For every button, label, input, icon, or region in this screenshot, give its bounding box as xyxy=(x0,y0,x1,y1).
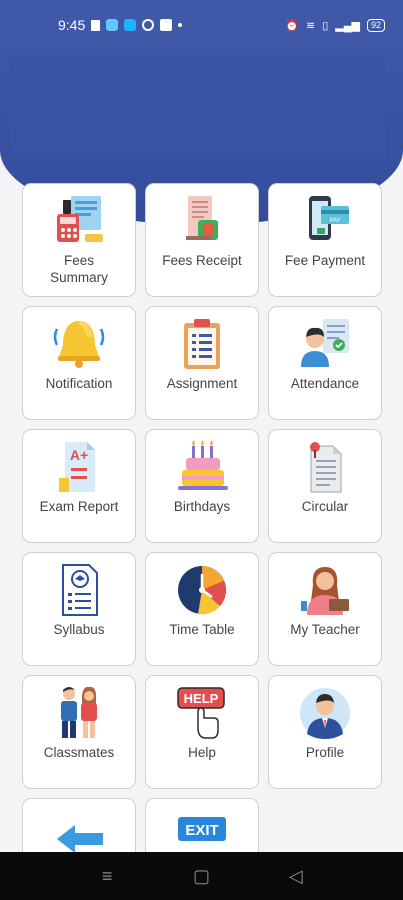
tile-assignment[interactable]: Assignment xyxy=(145,306,259,420)
tile-circular[interactable]: Circular xyxy=(268,429,382,543)
tile-label: Fee Payment xyxy=(284,253,366,268)
classmates-icon xyxy=(61,686,97,738)
signal-icon: ▂▄▆ xyxy=(335,19,360,32)
tile-label: Syllabus xyxy=(53,622,105,637)
download-icon xyxy=(91,19,101,31)
tile-label: Circular xyxy=(301,499,349,514)
bell-icon xyxy=(53,321,105,368)
tile-label: Assignment xyxy=(166,376,238,391)
pay-text: PAY xyxy=(329,218,340,224)
help-sign-text: HELP xyxy=(184,691,219,706)
tile-label: Fees Summary xyxy=(50,253,108,285)
syllabus-icon xyxy=(62,564,98,616)
a-plus-text: A+ xyxy=(70,447,88,463)
tile-label: Time Table xyxy=(169,622,235,637)
tile-label: Classmates xyxy=(43,745,115,760)
tile-syllabus[interactable]: Syllabus xyxy=(22,552,136,666)
clipboard-icon xyxy=(184,319,220,369)
system-nav-bar: ≡ ▢ ◁ xyxy=(0,852,403,900)
tile-label: Help xyxy=(188,745,216,760)
exit-sign-text: EXIT xyxy=(185,822,218,839)
status-time: 9:45 xyxy=(58,17,86,33)
cake-icon xyxy=(178,440,228,490)
fees-summary-icon xyxy=(57,196,103,242)
menu-grid: Fees Summary Fees Receipt PAY Fee Paymen… xyxy=(22,183,382,900)
help-icon: HELP xyxy=(177,687,225,739)
alarm-icon: ⏰ xyxy=(285,19,299,32)
tile-fee-payment[interactable]: PAY Fee Payment xyxy=(268,183,382,297)
exam-report-icon: A+ xyxy=(59,442,95,492)
status-left: 9:45 xyxy=(58,17,183,33)
tile-notification[interactable]: Notification xyxy=(22,306,136,420)
tile-label: Attendance xyxy=(290,376,360,391)
mail-icon xyxy=(124,19,137,31)
status-right: ⏰ ≋ ▯ ▂▄▆ 92 xyxy=(285,18,385,32)
clock-icon xyxy=(178,566,226,615)
battery-icon: 92 xyxy=(366,18,385,32)
card-icon xyxy=(160,19,173,31)
wifi-icon: ≋ xyxy=(305,19,316,32)
tile-fees-receipt[interactable]: Fees Receipt xyxy=(145,183,259,297)
tile-label: Birthdays xyxy=(173,499,231,514)
circular-icon xyxy=(310,442,342,493)
recent-apps-icon[interactable]: ≡ xyxy=(92,866,122,887)
tile-label: Notification xyxy=(45,376,113,391)
tile-birthdays[interactable]: Birthdays xyxy=(145,429,259,543)
tile-label: Exam Report xyxy=(39,499,119,514)
tile-profile[interactable]: Profile xyxy=(268,675,382,789)
profile-icon xyxy=(300,688,350,739)
fee-payment-icon: PAY xyxy=(309,196,349,240)
fees-receipt-icon xyxy=(186,196,218,240)
tile-my-teacher[interactable]: My Teacher xyxy=(268,552,382,666)
tile-label: Profile xyxy=(305,745,345,760)
circle-icon xyxy=(142,19,155,31)
vibrate-icon: ▯ xyxy=(322,19,329,32)
home-icon[interactable]: ▢ xyxy=(186,866,216,887)
app-icon xyxy=(106,19,119,31)
tile-exam-report[interactable]: A+ Exam Report xyxy=(22,429,136,543)
header-panel xyxy=(10,58,385,158)
tile-label: My Teacher xyxy=(290,622,360,637)
tile-classmates[interactable]: Classmates xyxy=(22,675,136,789)
status-bar: 9:45 ⏰ ≋ ▯ ▂▄▆ 92 xyxy=(0,0,403,50)
back-icon[interactable]: ◁ xyxy=(281,866,311,887)
tile-label: Fees Receipt xyxy=(162,253,242,268)
tile-attendance[interactable]: Attendance xyxy=(268,306,382,420)
dot-icon xyxy=(178,23,183,27)
attendance-icon xyxy=(301,319,349,367)
tile-help[interactable]: HELP Help xyxy=(145,675,259,789)
teacher-icon xyxy=(301,567,349,615)
tile-fees-summary[interactable]: Fees Summary xyxy=(22,183,136,297)
tile-time-table[interactable]: Time Table xyxy=(145,552,259,666)
